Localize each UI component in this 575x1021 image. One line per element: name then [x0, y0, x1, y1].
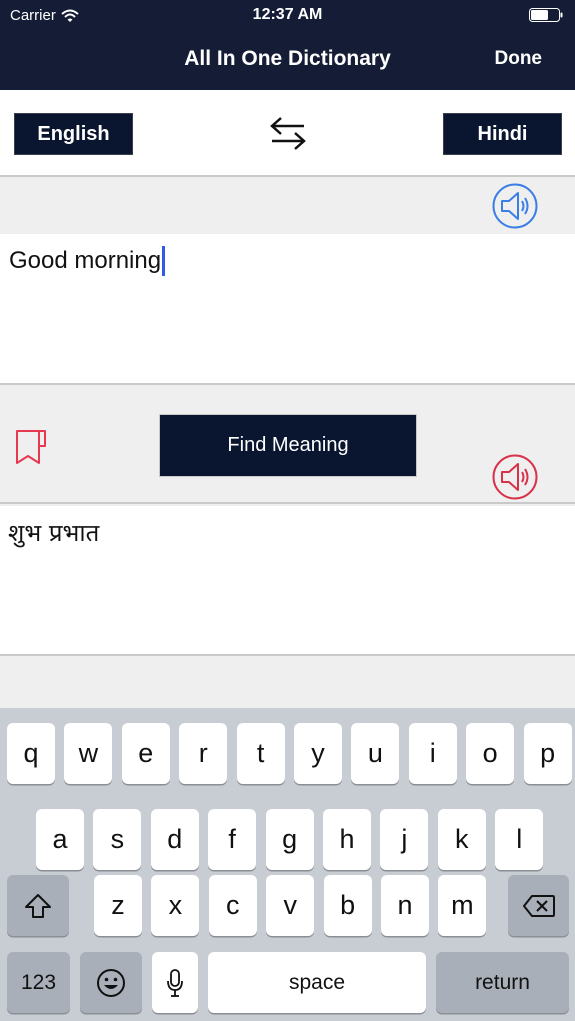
- key-m[interactable]: m: [438, 875, 487, 936]
- key-k[interactable]: k: [437, 809, 486, 870]
- battery-icon: [529, 8, 563, 22]
- key-n[interactable]: n: [381, 875, 429, 936]
- text-caret: [162, 246, 166, 276]
- key-z[interactable]: z: [94, 875, 142, 936]
- done-button[interactable]: Done: [495, 48, 543, 70]
- translation-text: शुभ प्रभात: [8, 519, 100, 547]
- key-x[interactable]: x: [151, 875, 200, 936]
- microphone-key[interactable]: [152, 952, 198, 1013]
- key-f[interactable]: f: [208, 809, 257, 870]
- shift-icon: [25, 893, 51, 918]
- space-key[interactable]: space: [208, 952, 426, 1013]
- key-t[interactable]: t: [236, 723, 285, 784]
- key-q[interactable]: q: [7, 723, 55, 784]
- app-header: Carrier 12:37 AM All In One Dictionary D…: [0, 0, 575, 90]
- source-text-input[interactable]: Good morning: [0, 234, 575, 385]
- action-toolbar: Find Meaning: [0, 387, 575, 504]
- key-s[interactable]: s: [93, 809, 142, 870]
- key-p[interactable]: p: [523, 723, 572, 784]
- source-text: Good morning: [9, 247, 162, 274]
- key-j[interactable]: j: [380, 809, 429, 870]
- status-time: 12:37 AM: [252, 6, 323, 23]
- target-language-button[interactable]: Hindi: [443, 113, 562, 155]
- speaker-icon[interactable]: [491, 453, 539, 501]
- backspace-icon: [522, 894, 555, 917]
- emoji-key[interactable]: [80, 952, 142, 1013]
- key-e[interactable]: e: [121, 723, 170, 784]
- key-h[interactable]: h: [323, 809, 371, 870]
- key-l[interactable]: l: [495, 809, 544, 870]
- translation-output: शुभ प्रभात: [0, 506, 575, 656]
- bookmark-icon[interactable]: [14, 428, 48, 466]
- key-c[interactable]: c: [208, 875, 257, 936]
- keyboard: 123 space return qwertyuiop asdfghjkl zxcv…: [0, 708, 575, 1021]
- key-o[interactable]: o: [466, 723, 515, 784]
- source-toolbar: [0, 179, 575, 234]
- key-y[interactable]: y: [294, 723, 342, 784]
- speaker-icon[interactable]: [491, 182, 539, 230]
- key-v[interactable]: v: [266, 875, 315, 936]
- shift-key[interactable]: [7, 875, 69, 936]
- key-r[interactable]: r: [179, 723, 228, 784]
- key-i[interactable]: i: [408, 723, 457, 784]
- key-w[interactable]: w: [64, 723, 113, 784]
- swap-arrows-icon[interactable]: [268, 115, 308, 153]
- find-meaning-button[interactable]: Find Meaning: [159, 414, 417, 477]
- numbers-key[interactable]: 123: [7, 952, 70, 1013]
- emoji-icon: [97, 968, 125, 997]
- microphone-icon: [167, 968, 183, 997]
- spacer: [0, 658, 575, 708]
- return-key[interactable]: return: [436, 952, 569, 1013]
- source-language-button[interactable]: English: [14, 113, 133, 155]
- status-bar: Carrier 12:37 AM: [0, 0, 575, 32]
- key-b[interactable]: b: [323, 875, 372, 936]
- key-g[interactable]: g: [265, 809, 314, 870]
- page-title: All In One Dictionary: [184, 47, 391, 70]
- key-d[interactable]: d: [150, 809, 199, 870]
- backspace-key[interactable]: [508, 875, 569, 936]
- source-text-value: Good morning: [9, 246, 166, 276]
- key-a[interactable]: a: [36, 809, 84, 870]
- key-u[interactable]: u: [351, 723, 400, 784]
- language-selector-bar: English Hindi: [0, 90, 575, 177]
